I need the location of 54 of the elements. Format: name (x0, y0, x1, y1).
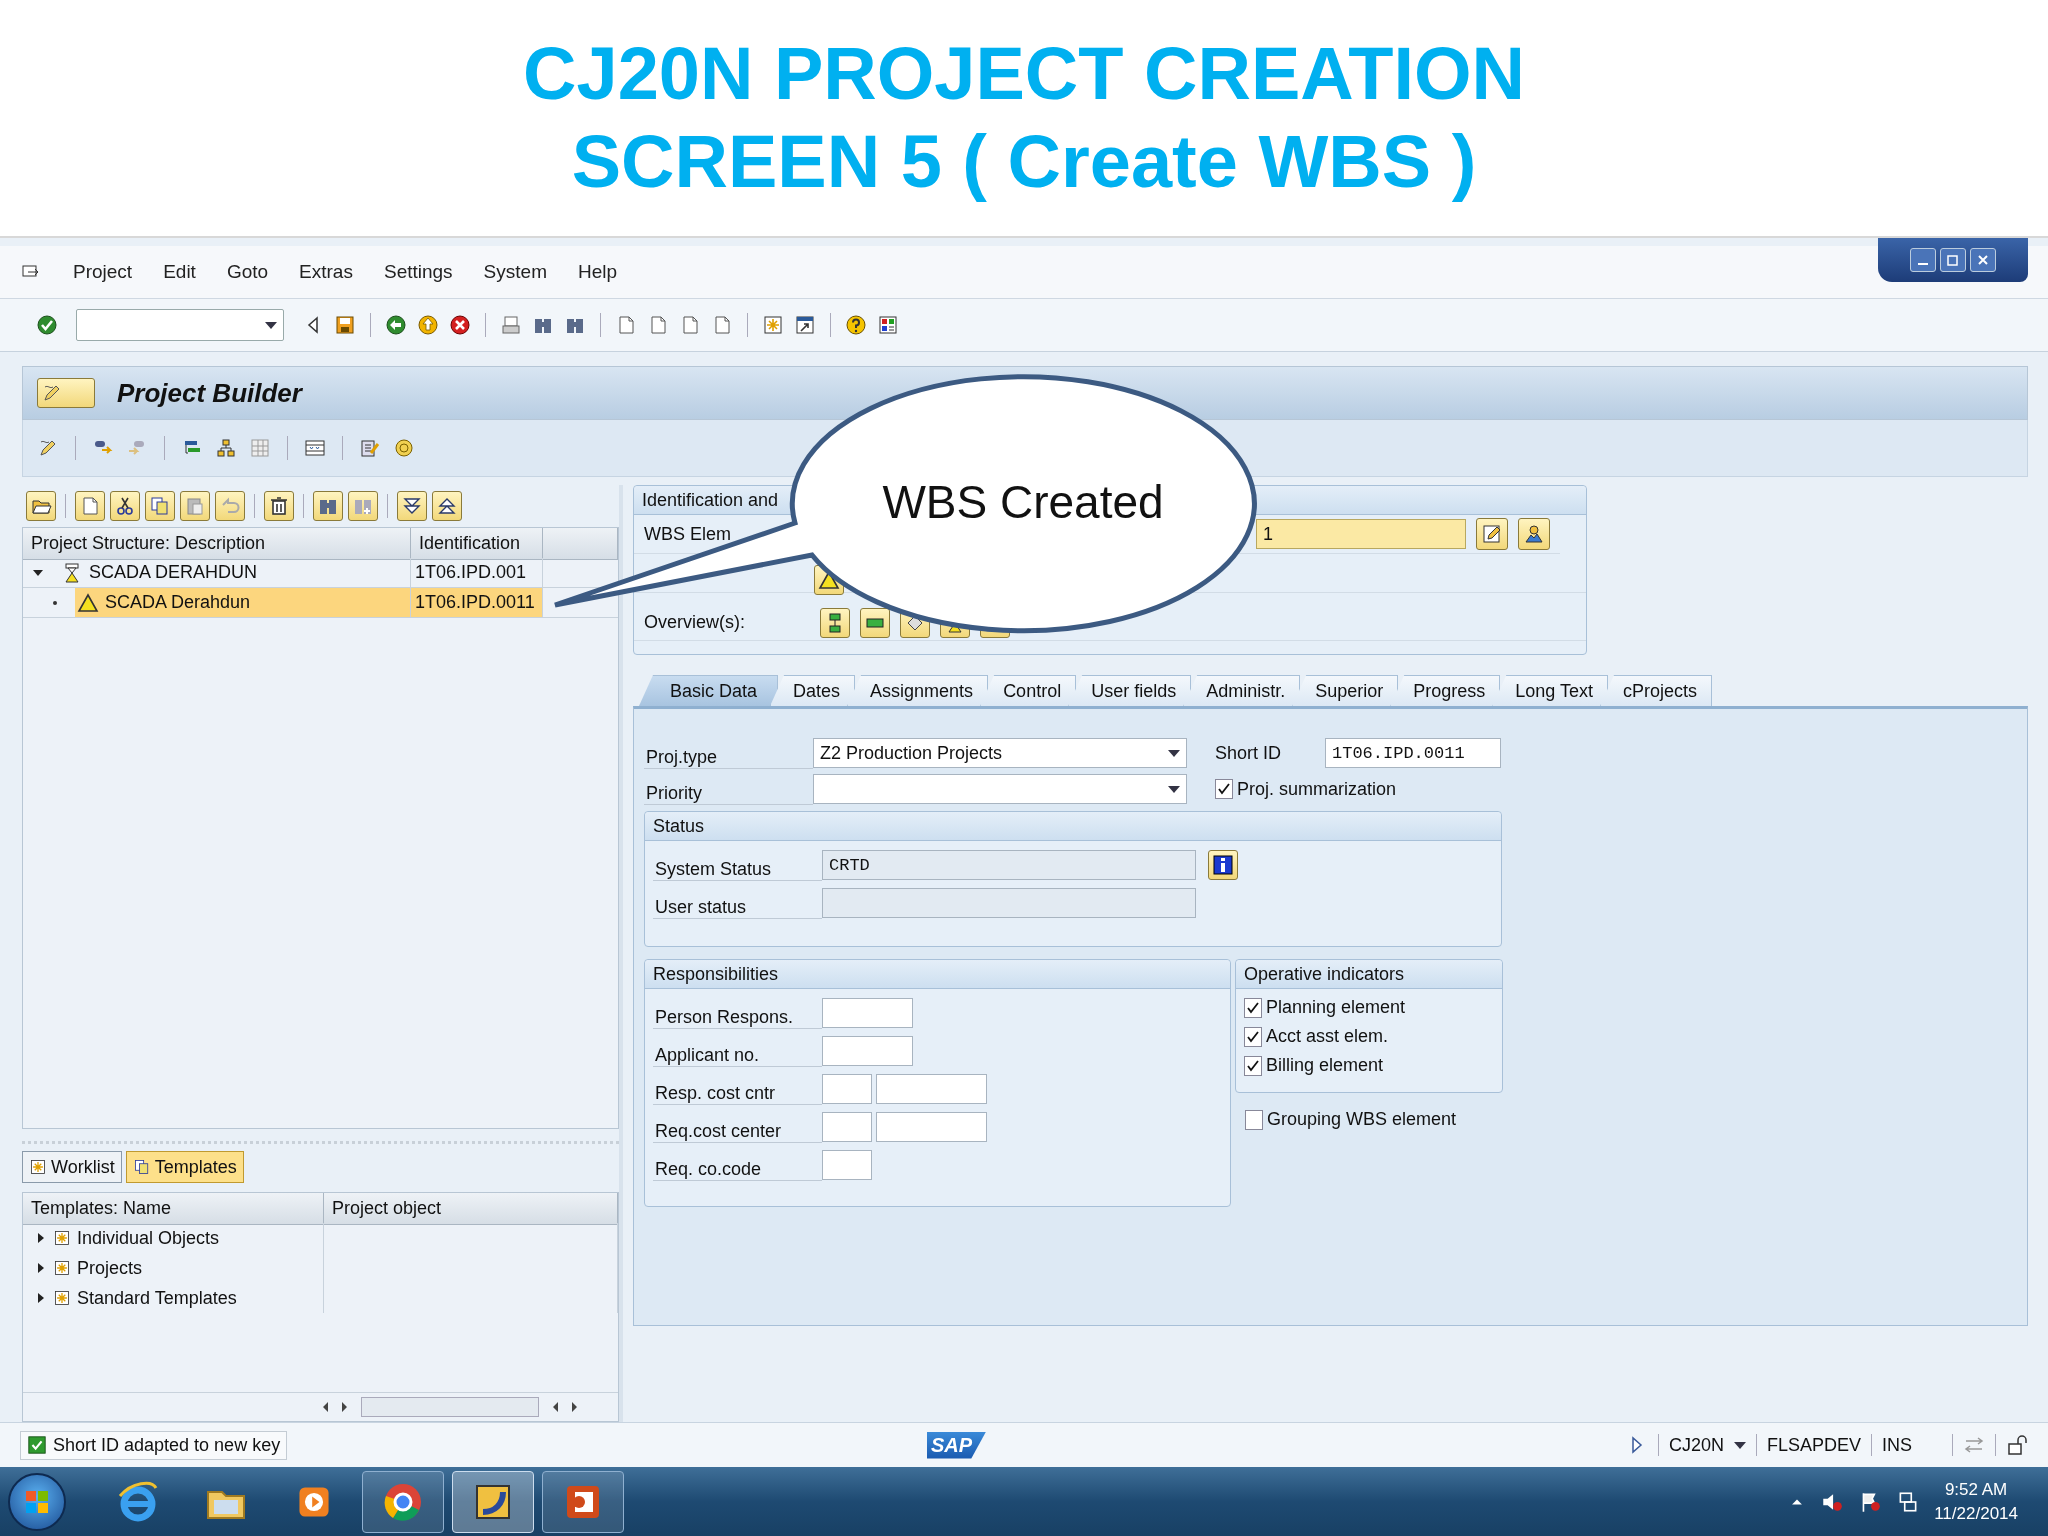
tab[interactable]: Progress (1390, 675, 1501, 706)
menu-item[interactable]: Edit (163, 261, 196, 283)
tree-node[interactable]: Projects (77, 1257, 143, 1279)
field-label: WBS Elem (644, 523, 731, 545)
menu-item[interactable]: Project (73, 261, 133, 283)
group-title: Status (653, 815, 705, 837)
checkbox-label: Acct asst elem. (1266, 1026, 1389, 1047)
tab[interactable]: Control (980, 675, 1077, 706)
tree-node[interactable]: SCADA Derahdun (75, 588, 410, 617)
input-field[interactable]: 1T06.IPD.0011 (1325, 738, 1501, 768)
input-field: CRTD (822, 850, 1196, 880)
tab[interactable]: cProjects (1600, 675, 1713, 706)
checkbox-label: Planning element (1266, 997, 1406, 1018)
column-header[interactable]: Templates: Name (23, 1193, 324, 1225)
input-mode[interactable]: INS (1881, 1434, 1912, 1456)
tree-node[interactable]: Standard Templates (77, 1287, 237, 1309)
sap-logo: SAP (926, 1431, 987, 1459)
field-label: Short ID (1215, 742, 1283, 764)
tab[interactable]: Basic Data (639, 675, 779, 706)
tab[interactable]: Dates (770, 675, 856, 706)
callout-text: WBS Created (881, 475, 1165, 530)
checkbox-label: Billing element (1266, 1055, 1384, 1076)
transaction-code[interactable]: CJ20N (1668, 1434, 1724, 1456)
tab[interactable]: Superior (1292, 675, 1399, 706)
tab[interactable]: Long Text (1492, 675, 1609, 706)
menu-item[interactable]: System (483, 261, 547, 283)
column-header[interactable]: Identification (411, 528, 543, 560)
status-message: Short ID adapted to new key (20, 1430, 288, 1460)
group-title: Operative indicators (1244, 963, 1405, 985)
dropdown[interactable]: Z2 Production Projects (813, 738, 1187, 768)
wbs-element-field[interactable]: 1 (1256, 519, 1466, 549)
group-title: Identification and (642, 489, 779, 511)
column-header[interactable]: Project Structure: Description (23, 528, 411, 560)
system-name: FLSAPDEV (1766, 1434, 1861, 1456)
slide-title: CJ20N PROJECT CREATION (523, 37, 1525, 111)
tab[interactable]: Worklist (22, 1151, 122, 1183)
menu-item[interactable]: Goto (226, 261, 269, 283)
tree-node[interactable]: Individual Objects (77, 1227, 220, 1249)
group-title: Responsibilities (653, 963, 779, 985)
tab[interactable]: Templates (125, 1151, 244, 1183)
clock[interactable]: 9:52 AM 11/22/2014 (1934, 1479, 2018, 1524)
tree-node[interactable]: SCADA DERAHDUN (59, 558, 410, 587)
tab[interactable]: User fields (1068, 675, 1192, 706)
checkbox-label: Grouping WBS element (1267, 1109, 1457, 1130)
menu-item[interactable]: Settings (383, 261, 453, 283)
identification-cell: 1T06.IPD.0011 (411, 588, 543, 618)
column-header[interactable]: Project object (324, 1193, 618, 1225)
menu-item[interactable]: Help (577, 261, 618, 283)
checkbox-label: Proj. summarization (1237, 778, 1397, 800)
tab[interactable]: Administr. (1183, 675, 1301, 706)
tab[interactable]: Assignments (847, 675, 989, 706)
panel-title: Project Builder (117, 377, 302, 409)
field-label: Overview(s): (644, 612, 746, 633)
menu-item[interactable]: Extras (299, 261, 353, 283)
